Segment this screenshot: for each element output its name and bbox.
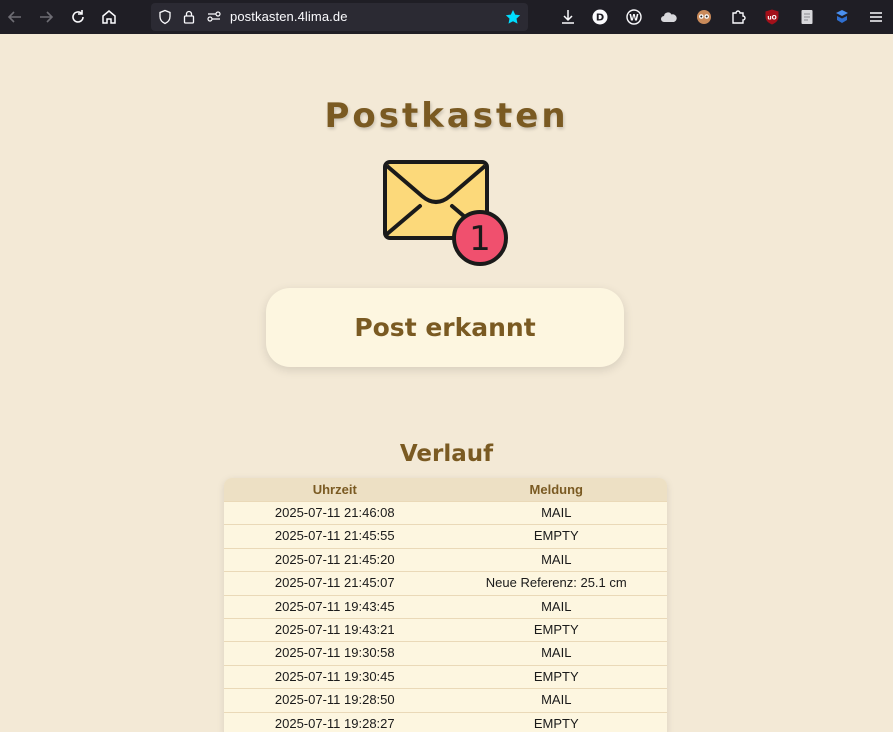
status-text: Post erkannt — [354, 313, 536, 342]
ublock-button[interactable]: uO — [760, 5, 784, 29]
cell-message: MAIL — [541, 551, 572, 567]
reload-icon — [72, 10, 84, 23]
table-row: 2025-07-11 19:43:45 MAIL — [224, 594, 667, 618]
lock-icon[interactable] — [180, 8, 198, 26]
bookmark-star-icon[interactable] — [504, 8, 522, 26]
cell-message: MAIL — [541, 692, 572, 708]
cell-message: MAIL — [541, 598, 572, 614]
cell-message: EMPTY — [533, 528, 579, 544]
cell-time: 2025-07-11 19:28:27 — [274, 715, 395, 731]
notification-badge: 1 — [452, 210, 508, 266]
cell-message: EMPTY — [533, 715, 579, 731]
forward-button[interactable] — [34, 5, 58, 29]
page-title: Postkasten — [324, 96, 569, 136]
extension-owl-button[interactable] — [692, 5, 716, 29]
forward-arrow-icon — [40, 11, 54, 23]
downloads-button[interactable] — [556, 5, 580, 29]
permissions-icon[interactable] — [205, 8, 223, 26]
cell-time: 2025-07-11 21:45:20 — [274, 551, 395, 567]
extensions-button[interactable] — [726, 5, 750, 29]
shield-icon[interactable] — [156, 8, 174, 26]
table-row: 2025-07-11 21:45:07 Neue Referenz: 25.1 … — [224, 571, 667, 595]
cell-time: 2025-07-11 21:46:08 — [274, 505, 395, 520]
reader-button[interactable] — [795, 5, 819, 29]
badge-count: 1 — [469, 219, 491, 259]
table-row: 2025-07-11 21:45:55 EMPTY — [224, 524, 667, 548]
extension-blue-button[interactable] — [830, 5, 854, 29]
cell-time: 2025-07-11 19:30:58 — [274, 645, 395, 661]
status-card: Post erkannt — [266, 288, 624, 367]
extension-cloud-button[interactable] — [657, 5, 681, 29]
column-header-time: Uhrzeit — [312, 482, 357, 497]
column-header-message: Meldung — [529, 482, 583, 497]
table-row: 2025-07-11 19:28:27 EMPTY — [224, 711, 667, 732]
w-extension-icon: W — [626, 9, 642, 25]
svg-text:uO: uO — [767, 15, 776, 22]
table-row: 2025-07-11 21:46:08 MAIL — [224, 501, 667, 525]
history-title: Verlauf — [399, 441, 494, 467]
mail-envelope-icon: 1 — [380, 158, 510, 266]
back-arrow-icon — [7, 11, 21, 23]
hamburger-menu-icon — [870, 12, 882, 22]
cell-time: 2025-07-11 19:30:45 — [274, 668, 395, 684]
cell-time: 2025-07-11 19:43:21 — [274, 621, 395, 637]
blue-shield-extension-icon — [836, 10, 848, 23]
cell-message: MAIL — [541, 505, 572, 520]
back-button[interactable] — [3, 5, 27, 29]
cloud-extension-icon — [661, 12, 677, 22]
extension-w-button[interactable]: W — [622, 5, 646, 29]
history-table: Uhrzeit Meldung 2025-07-11 21:46:08 MAIL… — [224, 478, 667, 732]
table-header: Uhrzeit Meldung — [224, 478, 667, 501]
address-bar[interactable]: postkasten.4lima.de — [151, 3, 528, 31]
svg-text:W: W — [629, 13, 639, 23]
home-icon — [102, 10, 116, 24]
puzzle-icon — [732, 10, 746, 24]
table-row: 2025-07-11 19:28:50 MAIL — [224, 688, 667, 712]
home-button[interactable] — [97, 5, 121, 29]
browser-toolbar: postkasten.4lima.de D W uO — [0, 0, 893, 34]
table-row: 2025-07-11 19:43:21 EMPTY — [224, 617, 667, 642]
d-extension-icon: D — [592, 9, 608, 25]
cell-time: 2025-07-11 19:43:45 — [274, 598, 395, 614]
cell-message: EMPTY — [533, 621, 579, 637]
table-row: 2025-07-11 21:45:20 MAIL — [224, 547, 667, 572]
svg-text:D: D — [596, 13, 604, 24]
extension-d-button[interactable]: D — [588, 5, 612, 29]
download-icon — [562, 10, 574, 24]
menu-button[interactable] — [864, 5, 888, 29]
cell-message: EMPTY — [533, 668, 579, 684]
table-row: 2025-07-11 19:30:58 MAIL — [224, 641, 667, 665]
cell-message: MAIL — [541, 645, 572, 661]
cell-time: 2025-07-11 21:45:55 — [274, 528, 395, 544]
cell-time: 2025-07-11 21:45:07 — [274, 575, 395, 591]
table-row: 2025-07-11 19:30:45 EMPTY — [224, 664, 667, 689]
url-text[interactable]: postkasten.4lima.de — [230, 9, 348, 24]
cell-message: Neue Referenz: 25.1 cm — [485, 575, 627, 591]
reload-button[interactable] — [66, 5, 90, 29]
ublock-icon: uO — [765, 9, 779, 25]
page-icon — [801, 10, 813, 24]
cell-time: 2025-07-11 19:28:50 — [274, 692, 395, 708]
owl-extension-icon — [697, 10, 711, 24]
